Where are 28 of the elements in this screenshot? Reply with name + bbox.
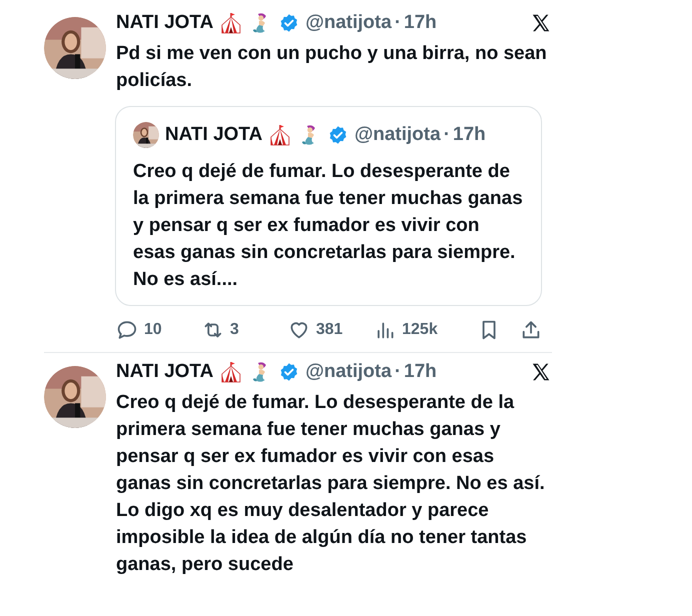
reply-button[interactable]: 10 bbox=[116, 318, 202, 342]
quoted-post-card[interactable]: NATI JOTA @natijota·17h Creo q dejé de fumar. Lo desesperante de la primera semana fue tener muchas ganas y pensar q ser ex fumador es vivir con esas ganas sin concretarlas para siempre. No es así.... bbox=[115, 106, 542, 306]
tent-icon bbox=[219, 360, 244, 384]
author-handle[interactable]: @natijota bbox=[354, 120, 441, 149]
post-time[interactable]: 17h bbox=[452, 120, 486, 149]
tent-icon bbox=[268, 122, 292, 147]
author-handle[interactable]: @natijota bbox=[305, 358, 392, 386]
separator-dot: · bbox=[394, 11, 401, 35]
post-time[interactable]: 17h bbox=[404, 9, 437, 38]
share-button[interactable] bbox=[520, 319, 542, 341]
reply-icon bbox=[116, 319, 138, 341]
author-name[interactable]: NATI JOTA bbox=[116, 358, 214, 386]
views-button[interactable]: 125k bbox=[374, 318, 460, 342]
quoted-post-text: Creo q dejé de fumar. Lo desesperante de la primera semana fue tener muchas ganas y pensar q ser ex fumador es vivir con esas ganas sin concretarlas para siempre. No es así.... bbox=[133, 160, 524, 292]
author-name[interactable]: NATI JOTA bbox=[165, 120, 262, 149]
share-icon bbox=[520, 319, 542, 341]
post-time[interactable]: 17h bbox=[404, 358, 437, 386]
x-logo-icon bbox=[530, 361, 552, 384]
post-text: Pd si me ven con un pucho y una birra, no sean policías. bbox=[116, 42, 548, 92]
like-button[interactable]: 381 bbox=[288, 318, 374, 342]
repost-button[interactable]: 3 bbox=[202, 318, 288, 342]
author-handle[interactable]: @natijota bbox=[305, 9, 392, 38]
x-logo-icon bbox=[530, 12, 552, 34]
author-name[interactable]: NATI JOTA bbox=[116, 9, 214, 38]
tent-icon bbox=[219, 11, 244, 36]
post-text: Creo q dejé de fumar. Lo desesperante de la primera semana fue tener muchas ganas y pensar q ser ex fumador es vivir con esas ganas sin concretarlas para siempre. No es así. Lo digo xq es muy desalentador y parece imposible la idea de algún día no tener tantas ganas, pero sucede bbox=[116, 390, 546, 576]
separator-dot: · bbox=[444, 122, 450, 146]
separator-dot: · bbox=[394, 360, 401, 384]
